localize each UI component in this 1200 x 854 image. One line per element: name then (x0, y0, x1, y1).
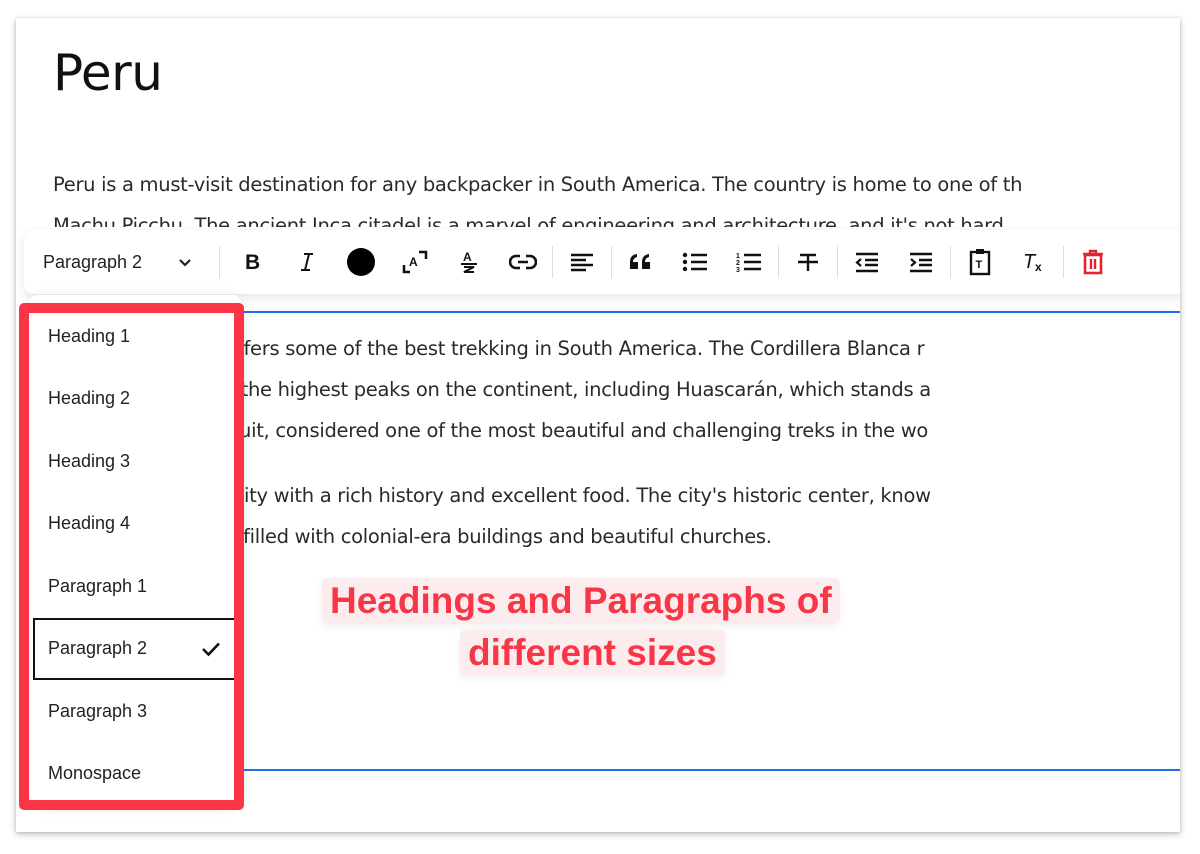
strikethrough-text-icon: A (461, 250, 477, 273)
menu-option-heading-2[interactable]: Heading 2 (29, 368, 241, 431)
trash-icon (1083, 249, 1103, 275)
horizontal-rule-icon (798, 253, 818, 271)
color-circle-icon (347, 248, 375, 276)
option-label: Heading 1 (48, 325, 131, 346)
horizontal-rule-button[interactable] (789, 243, 827, 281)
toolbar-divider (837, 246, 838, 278)
italic-icon (301, 253, 313, 271)
annotation-callout-line-2: different sizes (460, 630, 725, 676)
svg-text:B: B (245, 251, 260, 273)
option-label: Monospace (48, 763, 142, 784)
toolbar-divider (611, 246, 612, 278)
menu-option-paragraph-3[interactable]: Paragraph 3 (29, 680, 241, 743)
toolbar-divider (219, 246, 220, 278)
chevron-down-icon (179, 259, 191, 267)
svg-text:x: x (1035, 260, 1042, 274)
text-color-button[interactable] (342, 243, 380, 281)
block-type-menu: Heading 1 Heading 2 Heading 3 Heading 4 … (29, 295, 241, 801)
clear-format-icon: T x (1023, 251, 1042, 274)
outdent-icon (855, 252, 878, 273)
text-style-button[interactable]: A (450, 243, 488, 281)
svg-text:A: A (463, 250, 472, 264)
option-label: Paragraph 3 (48, 700, 148, 721)
option-label: Heading 2 (48, 388, 131, 409)
font-size-button[interactable]: A (396, 243, 434, 281)
option-label: Heading 4 (48, 513, 131, 534)
document-title[interactable]: Peru (53, 44, 163, 102)
clear-format-button[interactable]: T x (1015, 243, 1053, 281)
intro-paragraph[interactable]: Peru is a must-visit destination for any… (53, 164, 1022, 227)
indent-button[interactable] (902, 243, 940, 281)
svg-text:2: 2 (736, 260, 740, 267)
intro-paragraph-clip: Peru is a must-visit destination for any… (16, 164, 1180, 227)
italic-button[interactable] (288, 243, 326, 281)
outdent-button[interactable] (848, 243, 886, 281)
svg-text:T: T (976, 259, 983, 271)
block-type-value: Paragraph 2 (43, 251, 143, 272)
quote-icon (630, 254, 650, 269)
menu-option-heading-3[interactable]: Heading 3 (29, 430, 241, 493)
numbered-list-button[interactable]: 1 2 3 (730, 243, 768, 281)
paste-text-button[interactable]: T (961, 243, 999, 281)
block-type-options: Heading 1 Heading 2 Heading 3 Heading 4 … (29, 305, 241, 805)
link-icon (509, 254, 537, 270)
svg-text:3: 3 (736, 267, 740, 274)
delete-button[interactable] (1074, 243, 1112, 281)
intro-line-2: Machu Picchu. The ancient Inca citadel i… (53, 214, 1004, 227)
bold-icon: B (245, 251, 260, 273)
toolbar-divider (950, 246, 951, 278)
align-left-button[interactable] (563, 243, 601, 281)
indent-icon (910, 252, 932, 273)
option-label: Paragraph 2 (48, 638, 148, 659)
menu-option-monospace[interactable]: Monospace (29, 743, 241, 806)
svg-text:1: 1 (736, 253, 740, 260)
editor-window: Peru Peru is a must-visit destination fo… (16, 18, 1180, 832)
link-button[interactable] (504, 243, 542, 281)
menu-option-paragraph-2[interactable]: Paragraph 2 (33, 617, 237, 680)
block-type-select[interactable]: Paragraph 2 (24, 242, 209, 282)
paste-text-icon: T (969, 249, 991, 276)
menu-option-paragraph-1[interactable]: Paragraph 1 (29, 555, 241, 618)
svg-text:A: A (409, 255, 418, 269)
menu-option-heading-1[interactable]: Heading 1 (29, 305, 241, 368)
menu-option-heading-4[interactable]: Heading 4 (29, 493, 241, 556)
bullet-list-icon (682, 252, 707, 272)
font-size-icon: A (402, 250, 428, 274)
option-label: Heading 3 (48, 450, 131, 471)
toolbar-divider (552, 246, 553, 278)
bold-button[interactable]: B (234, 243, 272, 281)
annotation-callout-line-1: Headings and Paragraphs of (322, 578, 840, 624)
align-left-icon (571, 253, 593, 272)
bullet-list-button[interactable] (676, 243, 714, 281)
checkmark-icon (202, 642, 220, 657)
formatting-toolbar: Paragraph 2 B A A 1 2 3 T T x (24, 230, 1180, 294)
intro-line-1: Peru is a must-visit destination for any… (53, 173, 1023, 196)
blockquote-button[interactable] (622, 243, 660, 281)
option-label: Paragraph 1 (48, 575, 148, 596)
toolbar-divider (1063, 246, 1064, 278)
numbered-list-icon: 1 2 3 (736, 253, 761, 274)
toolbar-divider (778, 246, 779, 278)
